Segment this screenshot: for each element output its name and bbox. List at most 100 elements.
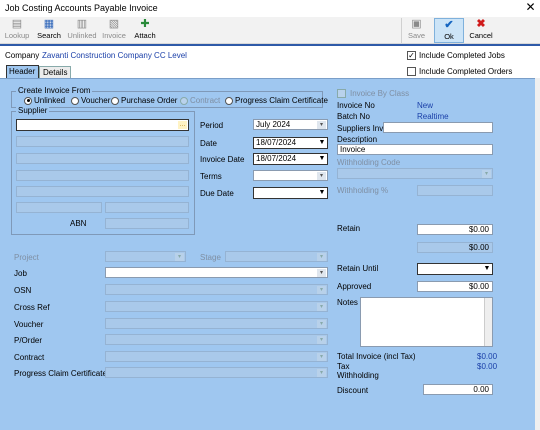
chevron-down-icon: ▾	[317, 303, 326, 311]
radio-progress-claim[interactable]: Progress Claim Certificate	[225, 96, 328, 105]
chevron-down-icon: ▾	[317, 253, 326, 261]
stage-label: Stage	[200, 253, 221, 262]
company-label: Company	[5, 51, 40, 60]
unlinked-icon: ▥	[76, 18, 88, 30]
supplier-address-1	[16, 153, 189, 164]
supplier-address-2	[16, 170, 189, 181]
search-button[interactable]: ▦ Search	[34, 18, 64, 43]
notes-scrollbar[interactable]	[484, 298, 492, 346]
chevron-down-icon: ▾	[317, 286, 326, 294]
create-invoice-from-group: Create Invoice From Unlinked Voucher Pur…	[11, 86, 328, 108]
cross-ref-select[interactable]: ▾	[105, 301, 328, 312]
tax-label: Tax	[337, 362, 350, 371]
radio-purchase-order[interactable]: Purchase Order	[111, 96, 177, 105]
approved-input[interactable]: $0.00	[417, 281, 493, 292]
include-completed-orders-label: Include Completed Orders	[419, 67, 513, 76]
close-window-button[interactable]: ✕	[521, 0, 540, 15]
supplier-address-3	[16, 186, 189, 197]
radio-contract-dot	[180, 96, 188, 105]
progress-claim-select[interactable]: ▾	[105, 367, 328, 378]
radio-unlinked[interactable]: Unlinked	[24, 96, 65, 105]
contract-label: Contract	[14, 353, 45, 362]
company-row: Company Zavanti Construction Company CC …	[0, 46, 540, 64]
contract-select[interactable]: ▾	[105, 351, 328, 362]
withholding-pct-field	[417, 185, 493, 196]
invoice-no-value: New	[417, 101, 434, 110]
osn-select[interactable]: ▾	[105, 284, 328, 295]
notes-textarea[interactable]	[360, 297, 493, 347]
invoice-by-class-checkbox[interactable]	[337, 89, 346, 98]
terms-label: Terms	[200, 172, 222, 181]
invoice-by-class-label: Invoice By Class	[350, 89, 410, 98]
invoice-button[interactable]: ▧ Invoice	[99, 18, 129, 43]
due-date-label: Due Date	[200, 189, 234, 198]
supplier-group: Supplier … ABN	[11, 106, 195, 235]
period-select[interactable]: July 2024 ▾	[253, 119, 328, 130]
retain-until-picker[interactable]: ▼	[417, 263, 493, 275]
voucher-label: Voucher	[14, 320, 44, 329]
title-bar: Job Costing Accounts Payable Invoice ✕	[0, 0, 540, 17]
retain-label: Retain	[337, 224, 361, 233]
description-input[interactable]: Invoice	[337, 144, 493, 155]
project-label: Project	[14, 253, 39, 262]
total-invoice-value: $0.00	[477, 352, 498, 361]
project-select[interactable]: ▾	[105, 251, 186, 262]
toolbar: ▤ Lookup ▦ Search ▥ Unlinked ▧ Invoice ✚ Atta…	[0, 17, 540, 44]
retain-until-label: Retain Until	[337, 264, 379, 273]
osn-label: OSN	[14, 286, 32, 295]
unlinked-button[interactable]: ▥ Unlinked	[66, 18, 98, 43]
porder-select[interactable]: ▾	[105, 334, 328, 345]
attach-icon: ✚	[140, 18, 150, 30]
radio-progress-claim-dot	[225, 96, 233, 105]
radio-unlinked-dot	[24, 96, 32, 105]
lookup-icon: ▤	[11, 18, 23, 30]
approved-label: Approved	[337, 282, 372, 291]
due-date-picker[interactable]: ▼	[253, 187, 328, 199]
chevron-down-icon: ▼	[318, 189, 326, 196]
include-completed-jobs-label: Include Completed Jobs	[419, 51, 505, 60]
include-completed-orders-checkbox[interactable]	[407, 67, 416, 76]
terms-select[interactable]: ▾	[253, 170, 328, 181]
company-value[interactable]: Zavanti Construction Company CC Level	[42, 51, 187, 60]
retain-input[interactable]: $0.00	[417, 224, 493, 235]
tab-header[interactable]: Header	[6, 65, 40, 79]
invoice-date-picker[interactable]: 18/07/2024 ▼	[253, 153, 328, 165]
job-select[interactable]: ▾	[105, 267, 328, 278]
date-picker[interactable]: 18/07/2024 ▼	[253, 137, 328, 149]
radio-voucher[interactable]: Voucher	[71, 96, 110, 105]
ok-button[interactable]: ✔ Ok	[434, 18, 464, 43]
discount-label: Discount	[337, 386, 369, 395]
stage-select[interactable]: ▾	[225, 251, 328, 262]
porder-label: P/Order	[14, 336, 43, 345]
window-edge	[535, 78, 540, 430]
withholding-pct-label: Withholding %	[337, 186, 389, 195]
chevron-down-icon: ▾	[317, 172, 326, 180]
voucher-select[interactable]: ▾	[105, 318, 328, 329]
description-label: Description	[337, 135, 378, 144]
retain-amount-field: $0.00	[417, 242, 493, 253]
batch-no-value: Realtime	[417, 112, 449, 121]
supplier-city	[16, 202, 102, 213]
radio-contract[interactable]: Contract	[180, 96, 220, 105]
discount-input[interactable]: 0.00	[423, 384, 493, 395]
attach-button[interactable]: ✚ Attach	[131, 18, 159, 43]
chevron-down-icon: ▼	[318, 139, 326, 146]
supplier-input[interactable]: …	[16, 119, 189, 131]
save-button[interactable]: ▣ Save	[401, 18, 431, 43]
chevron-down-icon: ▾	[482, 170, 491, 178]
invoice-icon: ▧	[108, 18, 120, 30]
total-invoice-label: Total Invoice (incl Tax)	[337, 352, 416, 361]
cancel-button[interactable]: ✖ Cancel	[466, 18, 496, 43]
tax-value: $0.00	[477, 362, 498, 371]
chevron-down-icon: ▼	[318, 155, 326, 162]
radio-purchase-order-dot	[111, 96, 119, 105]
suppliers-inv-label: Suppliers Inv.	[337, 124, 385, 133]
lookup-button[interactable]: ▤ Lookup	[3, 18, 31, 43]
checkmark-icon: ✔	[444, 19, 454, 31]
chevron-down-icon: ▾	[175, 253, 184, 261]
withholding-code-select[interactable]: ▾	[337, 168, 493, 179]
cross-ref-label: Cross Ref	[14, 303, 50, 312]
suppliers-inv-input[interactable]	[383, 122, 493, 133]
chevron-down-icon: ▾	[317, 369, 326, 377]
include-completed-jobs-checkbox[interactable]: ✓	[407, 51, 416, 60]
